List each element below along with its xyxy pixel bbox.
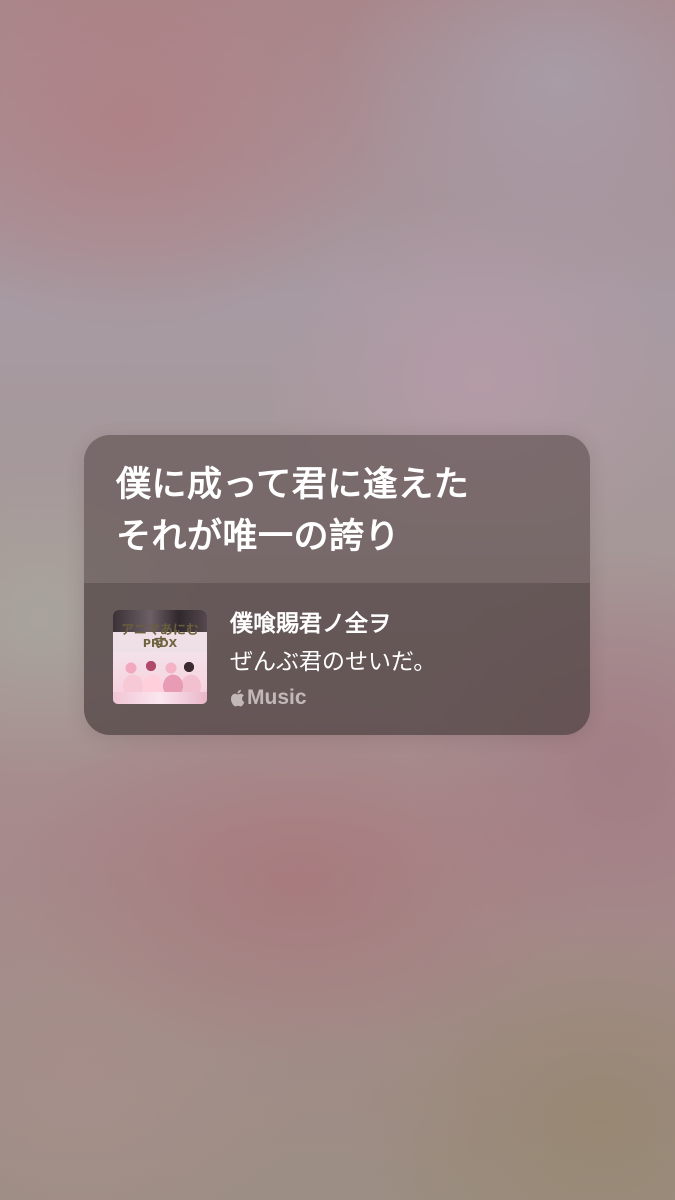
album-artwork: アニマあにむす PRDX bbox=[113, 610, 207, 704]
artwork-group-photo bbox=[113, 652, 207, 692]
track-info-section[interactable]: アニマあにむす PRDX 僕喰賜君ノ全ヲ ぜんぶ君のせいだ。 Music bbox=[84, 583, 590, 735]
lyric-line-1: 僕に成って君に逢えた bbox=[116, 465, 470, 505]
lyrics-share-card[interactable]: 僕に成って君に逢えた それが唯一の誇り アニマあにむす PRDX 僕喰賜君ノ全ヲ… bbox=[84, 435, 590, 735]
service-label: Music bbox=[247, 686, 307, 709]
streaming-service-badge: Music bbox=[229, 685, 307, 711]
artwork-subtitle-text: PRDX bbox=[142, 637, 178, 650]
lyric-line-2: それが唯一の誇り bbox=[116, 517, 401, 557]
apple-logo-icon bbox=[230, 689, 245, 707]
song-artist: ぜんぶ君のせいだ。 bbox=[230, 649, 437, 675]
song-title: 僕喰賜君ノ全ヲ bbox=[230, 611, 391, 637]
lyrics-section: 僕に成って君に逢えた それが唯一の誇り bbox=[84, 435, 590, 583]
artwork-footer-band bbox=[113, 692, 207, 704]
